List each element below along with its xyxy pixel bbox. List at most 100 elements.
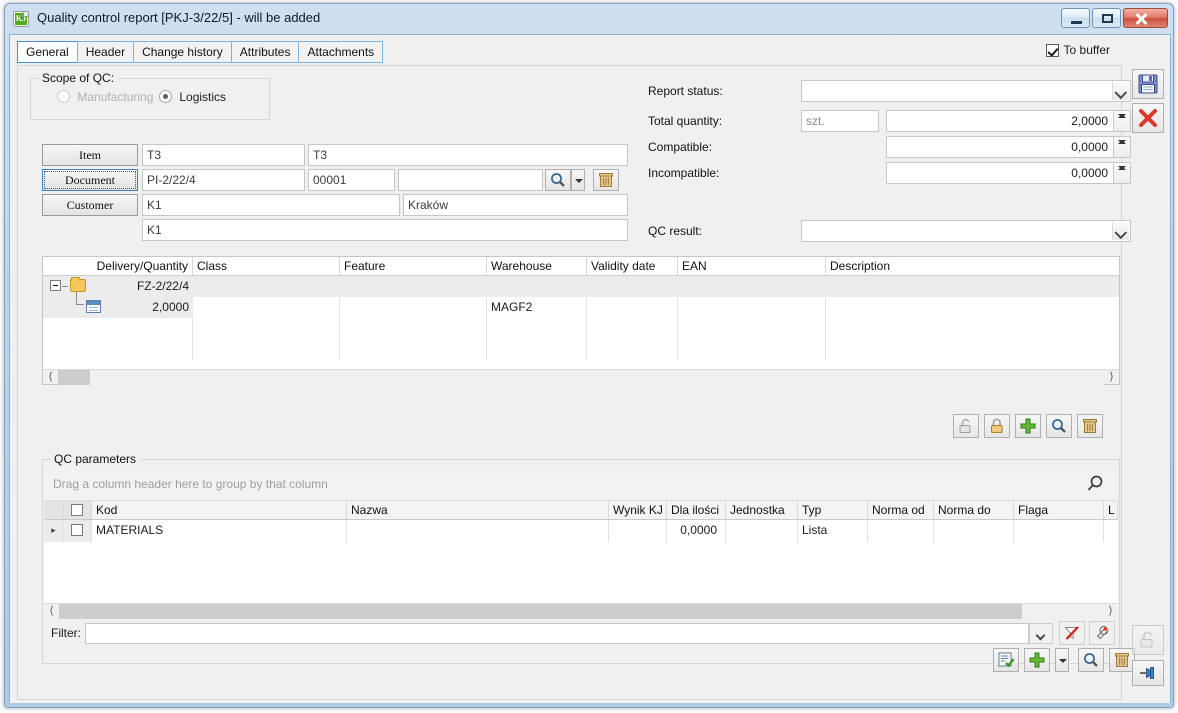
cancel-button[interactable] [1132, 103, 1164, 133]
col-feature[interactable]: Feature [340, 257, 487, 275]
col-ean[interactable]: EAN [678, 257, 826, 275]
tab-attributes[interactable]: Attributes [230, 41, 300, 63]
delivery-group-cell[interactable]: FZ-2/22/4 [43, 276, 193, 297]
delete-button[interactable] [1077, 414, 1103, 438]
col-warehouse[interactable]: Warehouse [487, 257, 587, 275]
scroll-left-arrow-icon[interactable]: ⟨ [43, 370, 58, 385]
incompatible-field[interactable]: 0,0000 [886, 162, 1114, 184]
unlock-button[interactable] [953, 414, 979, 438]
col-class[interactable]: Class [193, 257, 340, 275]
search-button[interactable] [1046, 414, 1072, 438]
report-status-combo[interactable] [801, 80, 1131, 102]
dropdown-arrow-icon [1059, 659, 1067, 663]
col-jednostka[interactable]: Jednostka [726, 501, 798, 519]
customer-name-field[interactable]: K1 [142, 219, 628, 241]
item-code-field[interactable]: T3 [142, 144, 305, 166]
table-row[interactable]: FZ-2/22/4 [43, 276, 1119, 297]
document-number-field[interactable]: 00001 [308, 169, 395, 191]
delivery-child-cell[interactable]: 2,0000 [43, 291, 193, 318]
col-norma-do[interactable]: Norma do [934, 501, 1014, 519]
col-nazwa[interactable]: Nazwa [347, 501, 609, 519]
maximize-button[interactable] [1092, 8, 1121, 28]
qc-parameters-grid[interactable]: Kod Nazwa Wynik KJ Dla ilości Jednostka … [44, 501, 1118, 619]
customer-city-field[interactable]: Kraków [403, 194, 628, 216]
col-dla-ilosci[interactable]: Dla ilości [667, 501, 726, 519]
tab-header[interactable]: Header [76, 41, 135, 63]
edit-list-icon [998, 652, 1015, 668]
add-parameter-button[interactable] [1024, 648, 1050, 672]
expand-collapse-icon[interactable] [50, 280, 61, 291]
compatible-spinner[interactable] [1114, 136, 1131, 158]
filter-dropdown-button[interactable] [1029, 623, 1053, 644]
spinner-down-icon[interactable] [1114, 163, 1130, 173]
scroll-thumb[interactable] [58, 369, 90, 385]
filter-input[interactable] [85, 623, 1029, 644]
compatible-field[interactable]: 0,0000 [886, 136, 1114, 158]
to-buffer-check-box[interactable] [1045, 43, 1059, 57]
document-delete-button[interactable] [593, 169, 619, 191]
col-select-all[interactable] [64, 501, 92, 519]
total-quantity-field[interactable]: 2,0000 [886, 110, 1114, 132]
to-buffer-checkbox[interactable]: To buffer [1045, 43, 1110, 57]
scroll-left-arrow-icon[interactable]: ⟨ [44, 604, 59, 619]
scroll-track[interactable] [59, 603, 1103, 619]
delivery-grid-hscrollbar[interactable]: ⟨ ⟩ [43, 369, 1119, 385]
tab-change-history[interactable]: Change history [133, 41, 232, 63]
document-search-button[interactable] [545, 169, 571, 191]
incompatible-spinner[interactable] [1114, 162, 1131, 184]
col-delivery-quantity[interactable]: Delivery/Quantity [43, 257, 193, 275]
table-row[interactable]: 2,0000 MAGF2 [43, 291, 1119, 318]
total-quantity-spinner[interactable] [1114, 110, 1131, 132]
spinner-down-icon[interactable] [1114, 111, 1130, 121]
pin-button[interactable] [1132, 660, 1164, 686]
select-all-checkbox[interactable] [71, 504, 83, 516]
spinner-down-icon[interactable] [1114, 137, 1130, 147]
document-code-field[interactable]: PI-2/22/4 [142, 169, 305, 191]
customer-code-field[interactable]: K1 [142, 194, 400, 216]
item-name-field[interactable]: T3 [308, 144, 628, 166]
search-parameter-button[interactable] [1078, 648, 1104, 672]
chevron-down-icon[interactable] [1112, 222, 1129, 240]
row-checkbox-cell[interactable] [64, 520, 92, 542]
filter-builder-button[interactable] [1089, 621, 1115, 645]
radio-manufacturing[interactable] [57, 90, 70, 103]
add-button[interactable] [1015, 414, 1041, 438]
col-validity-date[interactable]: Validity date [587, 257, 678, 275]
delivery-grid[interactable]: Delivery/Quantity Class Feature Warehous… [42, 256, 1120, 385]
tab-attachments[interactable]: Attachments [298, 41, 384, 63]
clear-filter-button[interactable] [1059, 621, 1085, 645]
col-l[interactable]: L [1104, 501, 1118, 519]
document-button[interactable]: Document [42, 169, 138, 191]
qc-grid-hscrollbar[interactable]: ⟨ ⟩ [44, 603, 1118, 619]
scroll-thumb[interactable] [59, 603, 1022, 619]
table-row[interactable]: ▸ MATERIALS 0,0000 Lista [44, 520, 1118, 542]
add-parameter-dropdown-button[interactable] [1055, 648, 1069, 672]
col-flaga[interactable]: Flaga [1014, 501, 1104, 519]
customer-button[interactable]: Customer [42, 194, 138, 216]
document-extra-field[interactable] [398, 169, 543, 191]
col-typ[interactable]: Typ [798, 501, 868, 519]
unlock-side-button[interactable] [1132, 625, 1164, 655]
qc-result-combo[interactable] [801, 220, 1131, 242]
tab-general[interactable]: General [17, 41, 78, 63]
search-icon[interactable] [1084, 473, 1106, 495]
minimize-button[interactable] [1061, 8, 1090, 28]
scroll-right-arrow-icon[interactable]: ⟩ [1104, 370, 1119, 385]
scroll-track[interactable] [58, 369, 1104, 385]
chevron-down-icon[interactable] [1112, 82, 1129, 100]
item-button[interactable]: Item [42, 144, 138, 166]
col-norma-od[interactable]: Norma od [868, 501, 934, 519]
group-by-panel[interactable]: Drag a column header here to group by th… [44, 468, 1118, 501]
scroll-right-arrow-icon[interactable]: ⟩ [1103, 604, 1118, 619]
row-checkbox[interactable] [71, 524, 83, 536]
col-description[interactable]: Description [826, 257, 1119, 275]
lock-button[interactable] [984, 414, 1010, 438]
cell-class [193, 276, 340, 297]
save-button[interactable] [1132, 69, 1164, 99]
col-wynik-kj[interactable]: Wynik KJ [609, 501, 667, 519]
document-search-dropdown-button[interactable] [571, 169, 585, 191]
radio-logistics[interactable] [159, 90, 172, 103]
edit-list-button[interactable] [993, 648, 1019, 672]
close-button[interactable] [1123, 8, 1168, 28]
col-kod[interactable]: Kod [92, 501, 347, 519]
